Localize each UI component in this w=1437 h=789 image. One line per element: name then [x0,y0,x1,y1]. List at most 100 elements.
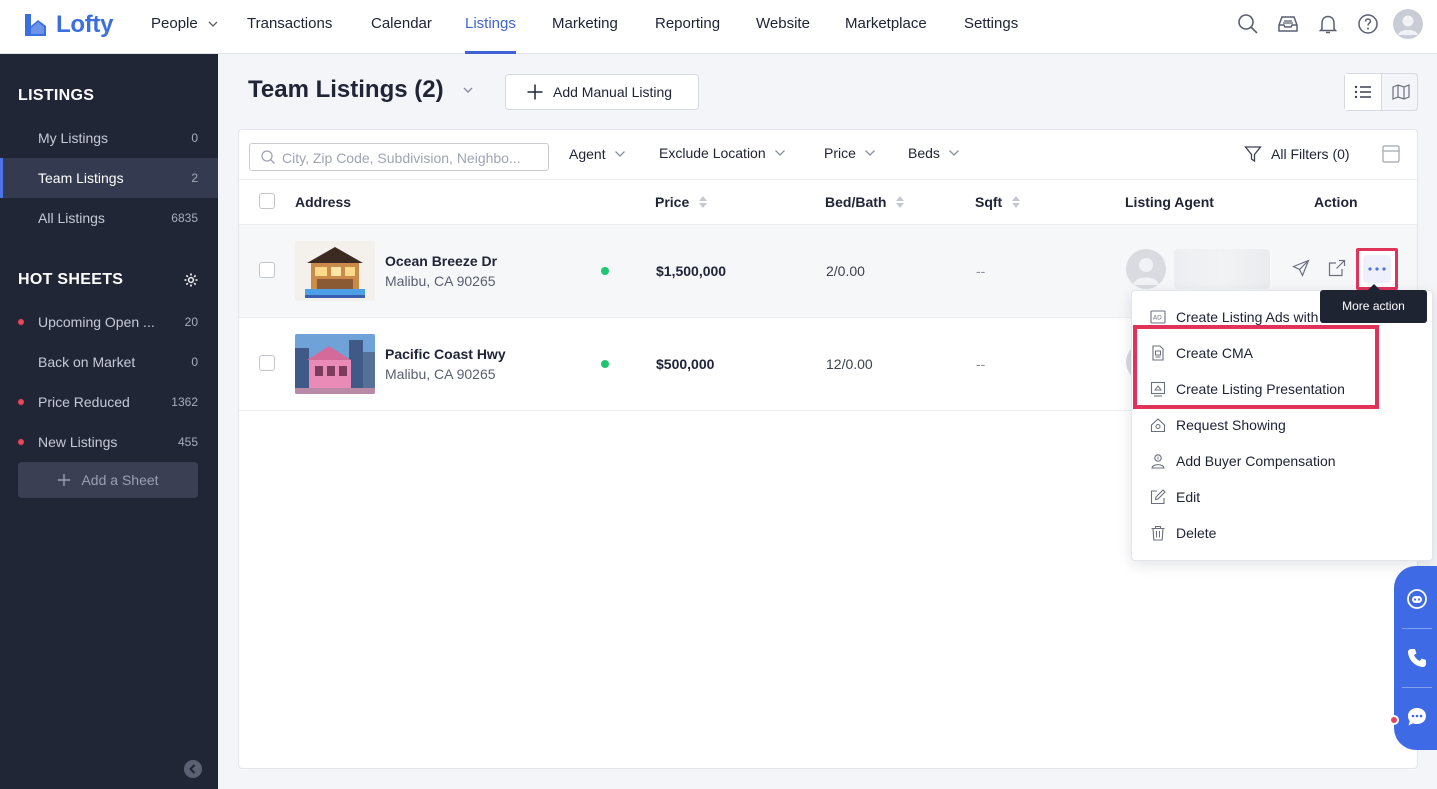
sidebar-item-upcoming-open[interactable]: Upcoming Open ... 20 [0,302,218,342]
menu-item-label: Request Showing [1176,417,1286,433]
share-icon[interactable] [1328,259,1346,277]
nav-reporting[interactable]: Reporting [655,0,720,54]
column-action: Action [1314,194,1358,210]
column-price[interactable]: Price [655,194,708,210]
inbox-icon[interactable] [1276,12,1300,36]
sidebar-item-all-listings[interactable]: All Listings 6835 [0,198,218,238]
chevron-down-icon[interactable] [462,86,474,94]
home-icon [1150,418,1166,433]
all-filters-label: All Filters (0) [1271,146,1350,162]
add-manual-listing-button[interactable]: Add Manual Listing [505,74,699,110]
row-checkbox[interactable] [259,262,275,278]
trash-icon [1151,525,1165,541]
list-icon [1354,85,1371,99]
status-dot [18,319,24,325]
listing-thumbnail[interactable] [295,334,375,394]
listing-street[interactable]: Pacific Coast Hwy [385,346,506,362]
price-filter[interactable]: Price [824,145,876,161]
hot-sheets-heading: HOT SHEETS [18,271,124,288]
logo-icon [25,14,46,36]
lofty-logo[interactable]: Lofty [22,11,113,39]
menu-item-delete[interactable]: Delete [1132,515,1432,551]
sidebar-item-back-on-market[interactable]: Back on Market 0 [0,342,218,382]
gear-icon[interactable] [183,272,199,288]
top-navigation: Lofty People Transactions Calendar Listi… [0,0,1437,54]
sidebar-item-count: 20 [184,315,198,329]
sidebar-item-count: 0 [191,355,198,369]
listing-bedbath: 2/0.00 [826,263,865,279]
column-bedbath-label: Bed/Bath [825,194,887,210]
nav-website[interactable]: Website [756,0,810,54]
nav-people[interactable]: People [151,0,218,54]
chevron-down-icon [864,150,875,156]
person-icon [1133,258,1159,285]
column-listing-agent: Listing Agent [1125,194,1214,210]
exclude-location-filter[interactable]: Exclude Location [659,145,786,161]
agent-filter[interactable]: Agent [569,146,626,162]
send-icon[interactable] [1292,259,1310,277]
select-all-checkbox[interactable] [259,193,275,209]
column-sqft-label: Sqft [975,194,1003,210]
column-sqft[interactable]: Sqft [975,194,1021,210]
agent-filter-label: Agent [569,146,606,162]
bell-icon[interactable] [1316,12,1340,36]
agent-avatar[interactable] [1126,249,1166,289]
table-header: Address Price Bed/Bath Sqft Listing Agen… [239,179,1417,225]
listing-street[interactable]: Ocean Breeze Dr [385,253,497,269]
chevron-left-icon [189,764,196,774]
plus-icon [58,474,71,486]
sidebar-item-label: My Listings [38,130,109,146]
chevron-down-icon [948,150,959,156]
sidebar-item-count: 455 [177,435,198,449]
nav-transactions[interactable]: Transactions [247,0,332,54]
add-sheet-button[interactable]: Add a Sheet [18,462,198,498]
column-bedbath[interactable]: Bed/Bath [825,194,905,210]
filter-icon [1244,146,1262,163]
nav-listings[interactable]: Listings [465,0,516,54]
sidebar-item-team-listings[interactable]: Team Listings 2 [0,158,218,198]
sort-icon [1012,196,1021,208]
collapse-sidebar-button[interactable] [184,760,202,778]
search-icon[interactable] [1236,12,1260,36]
nav-marketing[interactable]: Marketing [552,0,618,54]
svg-text:AD: AD [1153,315,1162,322]
chat-icon[interactable] [1406,706,1428,728]
menu-item-edit[interactable]: Edit [1132,479,1432,515]
phone-icon[interactable] [1406,647,1428,669]
sidebar-item-price-reduced[interactable]: Price Reduced 1362 [0,382,218,422]
menu-item-label: Add Buyer Compensation [1176,453,1336,469]
help-icon[interactable] [1356,12,1380,36]
nav-marketplace[interactable]: Marketplace [845,0,927,54]
avatar[interactable] [1393,9,1423,39]
house-photo-icon [295,241,375,301]
listing-price: $1,500,000 [656,263,727,279]
search-input[interactable] [282,148,544,168]
map-view-button[interactable] [1382,74,1419,110]
menu-item-add-buyer-compensation[interactable]: Add Buyer Compensation [1132,443,1432,479]
nav-people-label: People [151,15,198,32]
sidebar-item-new-listings[interactable]: New Listings 455 [0,422,218,462]
nav-settings[interactable]: Settings [964,0,1018,54]
all-filters-button[interactable]: All Filters (0) [1244,145,1350,163]
sidebar-item-label: Price Reduced [38,394,130,410]
sidebar-item-my-listings[interactable]: My Listings 0 [0,118,218,158]
row-checkbox[interactable] [259,355,275,371]
column-price-label: Price [655,194,690,210]
listing-thumbnail[interactable] [295,241,375,301]
list-view-button[interactable] [1345,74,1382,110]
chevron-down-icon [614,151,625,157]
listing-sqft: -- [976,263,986,279]
menu-item-request-showing[interactable]: Request Showing [1132,407,1432,443]
menu-item-label: Delete [1176,525,1217,541]
plus-icon [527,84,543,100]
price-filter-label: Price [824,145,856,161]
chatbot-icon[interactable] [1406,588,1428,610]
nav-calendar[interactable]: Calendar [371,0,432,54]
beds-filter[interactable]: Beds [908,145,960,161]
status-dot [18,399,24,405]
exclude-location-label: Exclude Location [659,145,766,161]
page-title[interactable]: Team Listings (2) [248,76,444,104]
logo-text: Lofty [56,11,114,38]
chevron-down-icon [208,21,218,27]
columns-icon[interactable] [1382,145,1400,163]
